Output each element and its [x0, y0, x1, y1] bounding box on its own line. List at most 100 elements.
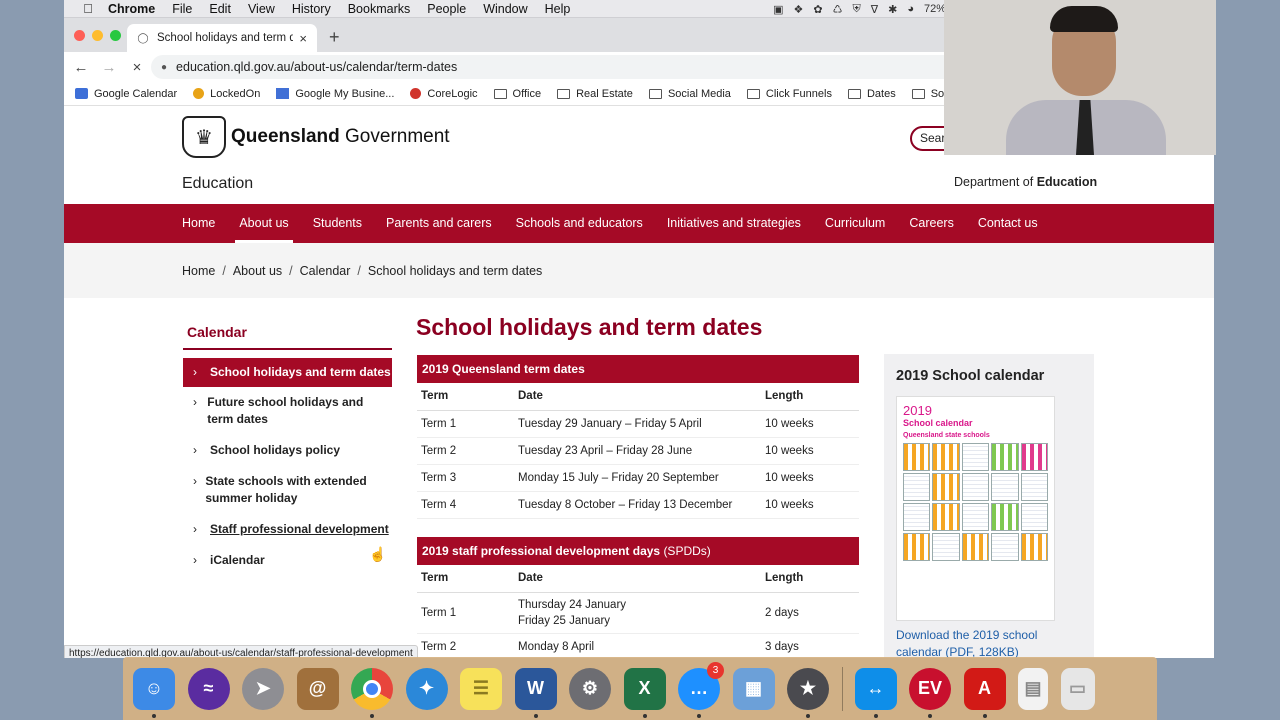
column-header: Length	[761, 565, 859, 593]
chevron-right-icon: ›	[193, 474, 197, 488]
chevron-right-icon: ›	[193, 522, 197, 536]
back-icon[interactable]: ←	[70, 56, 92, 78]
sidenav-item-icalendar[interactable]: › iCalendar	[183, 545, 392, 576]
nav-schools-and-educators[interactable]: Schools and educators	[516, 204, 643, 243]
forward-icon[interactable]: →	[98, 56, 120, 78]
teamviewer-icon[interactable]: ↔	[854, 667, 897, 718]
excel-icon[interactable]: X	[623, 667, 666, 718]
shield-icon[interactable]: ⛨	[852, 3, 860, 16]
lockedon-icon	[193, 88, 205, 99]
imovie-icon[interactable]: ★	[787, 667, 829, 718]
section-nav-heading[interactable]: Calendar	[183, 324, 392, 350]
status-icons: ▣ ❖ ✿ ♺ ⛨ ∇ ✱ ◕ 72%	[773, 0, 946, 18]
active-tab[interactable]: ◯ School holidays and term dates ×	[127, 24, 317, 52]
finder-icon[interactable]: ☺	[133, 667, 175, 718]
column-header: Date	[514, 383, 761, 411]
chevron-right-icon: ›	[193, 443, 197, 457]
table-row: Term 1 Thursday 24 January Friday 25 Janu…	[417, 592, 859, 634]
chrome-icon[interactable]	[351, 667, 393, 718]
zoom-window-button[interactable]	[110, 30, 121, 41]
breadcrumb-home[interactable]: Home	[182, 264, 215, 278]
notes-icon[interactable]: ☰	[460, 667, 502, 710]
tools-icon[interactable]: ✿	[813, 3, 822, 16]
menu-window[interactable]: Window	[483, 2, 527, 16]
breadcrumb-calendar[interactable]: Calendar	[300, 264, 351, 278]
close-window-button[interactable]	[74, 30, 85, 41]
nav-about-us[interactable]: About us	[235, 204, 294, 243]
bookmark-corelogic[interactable]: CoreLogic	[410, 88, 478, 100]
dropbox-icon[interactable]: ❖	[794, 3, 804, 16]
macos-dock: ☺ ≈ ➤ @ ✦ ☰ W ⚙ X … 3 ▦ ★ ↔ EV A ▤ ▭	[123, 657, 1157, 720]
nav-home[interactable]: Home	[182, 204, 215, 243]
menu-view[interactable]: View	[248, 2, 275, 16]
document-icon[interactable]: ▤	[1018, 667, 1048, 710]
sidenav-item-holidays-policy[interactable]: › School holidays policy	[183, 435, 392, 466]
ev-icon[interactable]: EV	[909, 667, 951, 718]
bookmark-google-calendar[interactable]: Google Calendar	[75, 88, 177, 100]
wifi-icon[interactable]: ◕	[907, 3, 914, 15]
stop-loading-icon[interactable]: ×	[126, 56, 148, 78]
nav-careers[interactable]: Careers	[909, 204, 953, 243]
system-preferences-icon[interactable]: ⚙	[569, 667, 611, 710]
contacts-icon[interactable]: @	[296, 667, 339, 710]
calendar-thumbnail[interactable]: 2019 School calendar Queensland state sc…	[896, 396, 1055, 621]
apple-icon[interactable]: 	[78, 1, 98, 17]
hand-cursor-icon: ☝	[369, 546, 387, 562]
bookmark-google-my-business[interactable]: Google My Busine...	[276, 88, 394, 100]
menu-app-name[interactable]: Chrome	[108, 2, 155, 16]
breadcrumb-about-us[interactable]: About us	[233, 264, 282, 278]
menu-bookmarks[interactable]: Bookmarks	[348, 2, 411, 16]
bookmark-dates[interactable]: Dates	[847, 88, 896, 100]
site-name[interactable]: Education	[182, 175, 253, 193]
table-row: Term 1 Tuesday 29 January – Friday 5 Apri…	[417, 410, 859, 438]
brand-light: Government	[345, 126, 450, 147]
trash-icon[interactable]: ▭	[1060, 667, 1095, 710]
preview-icon[interactable]: ▦	[732, 667, 775, 710]
sync-icon[interactable]: ♺	[833, 3, 843, 16]
ev-status-icon[interactable]: ∇	[871, 3, 878, 16]
nav-parents-and-carers[interactable]: Parents and carers	[386, 204, 492, 243]
battery-percent: 72%	[923, 3, 946, 15]
messages-icon[interactable]: … 3	[678, 661, 724, 718]
folder-icon	[557, 88, 571, 99]
menu-file[interactable]: File	[172, 2, 192, 16]
launchpad-icon[interactable]: ➤	[242, 667, 284, 710]
bookmark-lockedon[interactable]: LockedOn	[193, 88, 260, 100]
sidenav-item-staff-pd[interactable]: › Staff professional development	[183, 514, 392, 545]
bookmark-click-funnels[interactable]: Click Funnels	[746, 88, 832, 100]
qld-government-logo[interactable]: ♛ Queensland Government	[182, 116, 450, 158]
sidenav-item-future-dates[interactable]: › Future school holidays and term dates	[183, 387, 392, 435]
section-navigation: Calendar › School holidays and term dates…	[183, 324, 392, 576]
close-tab-icon[interactable]: ×	[299, 31, 307, 46]
folder-icon	[648, 88, 662, 99]
word-icon[interactable]: W	[514, 667, 557, 718]
sidenav-item-term-dates[interactable]: › School holidays and term dates	[183, 358, 392, 387]
panel-heading: 2019 School calendar	[896, 368, 1045, 384]
acrobat-icon[interactable]: A	[963, 667, 1006, 718]
spdd-table: 2019 staff professional development days…	[417, 537, 859, 658]
new-tab-icon[interactable]: +	[329, 27, 340, 48]
sidenav-item-extended-summer[interactable]: › State schools with extended summer holi…	[183, 466, 392, 514]
brand-bold: Queensland	[231, 126, 340, 147]
school-calendar-panel: 2019 School calendar 2019 School calenda…	[884, 354, 1094, 658]
camera-icon[interactable]: ▣	[773, 3, 783, 16]
lock-icon[interactable]: ●	[161, 62, 167, 73]
nav-initiatives-and-strategies[interactable]: Initiatives and strategies	[667, 204, 801, 243]
nav-students[interactable]: Students	[313, 204, 362, 243]
nav-curriculum[interactable]: Curriculum	[825, 204, 885, 243]
safari-icon[interactable]: ✦	[405, 667, 448, 710]
bookmark-social-media[interactable]: Social Media	[648, 88, 731, 100]
menu-help[interactable]: Help	[545, 2, 571, 16]
bluetooth-icon[interactable]: ✱	[888, 3, 897, 16]
bookmark-real-estate[interactable]: Real Estate	[557, 88, 633, 100]
bookmark-office[interactable]: Office	[493, 88, 541, 100]
minimize-window-button[interactable]	[92, 30, 103, 41]
menu-history[interactable]: History	[292, 2, 331, 16]
folder-icon	[493, 88, 507, 99]
download-calendar-link[interactable]: Download the 2019 school calendar (PDF, …	[896, 627, 1082, 658]
menu-edit[interactable]: Edit	[209, 2, 231, 16]
page-title: School holidays and term dates	[416, 314, 763, 340]
siri-icon[interactable]: ≈	[187, 667, 230, 710]
menu-people[interactable]: People	[427, 2, 466, 16]
nav-contact-us[interactable]: Contact us	[978, 204, 1038, 243]
